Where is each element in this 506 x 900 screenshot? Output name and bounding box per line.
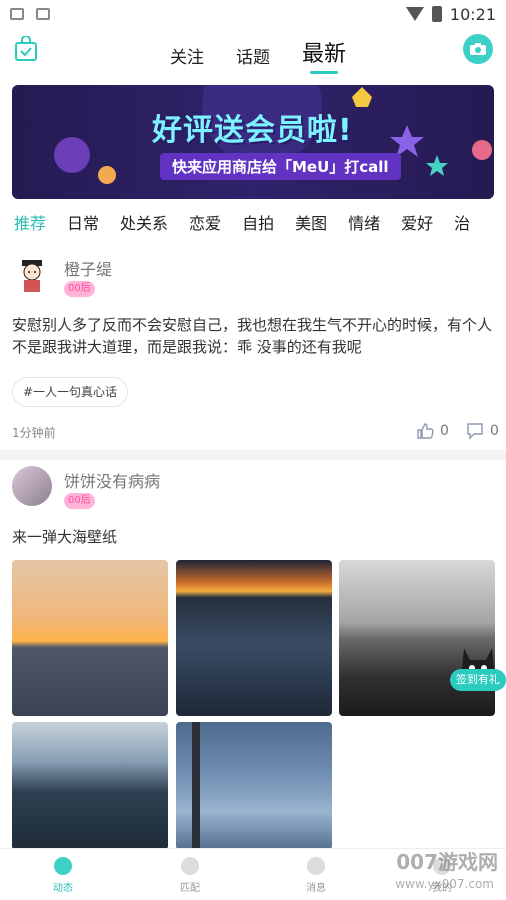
post-image[interactable] <box>12 560 168 716</box>
nav-messages[interactable]: 消息 <box>286 857 346 894</box>
tab-latest[interactable]: 最新 <box>302 36 346 74</box>
topic-tag[interactable]: #一人一句真心话 <box>12 377 129 407</box>
feed-tabs: 关注 话题 最新 <box>170 32 346 74</box>
tab-follow[interactable]: 关注 <box>170 43 204 68</box>
category-tabs: 推荐 日常 处关系 恋爱 自拍 美图 情绪 爱好 治 <box>14 210 506 240</box>
image-notification-icon <box>10 8 24 20</box>
nav-match[interactable]: 匹配 <box>160 857 220 894</box>
category-emotion[interactable]: 情绪 <box>348 210 380 240</box>
comment-button[interactable]: 0 <box>466 422 499 440</box>
post-card[interactable]: 橙子缇 00后 安慰别人多了反而不会安慰自己，我也想在我生气不开心的时候，有个人… <box>0 250 506 450</box>
like-button[interactable]: 0 <box>416 422 449 440</box>
category-relationships[interactable]: 处关系 <box>120 210 168 240</box>
shopping-bag-icon[interactable] <box>14 36 38 62</box>
comment-icon <box>467 423 483 440</box>
checkin-button[interactable]: 签到有礼 <box>450 669 506 691</box>
watermark-text: 007游戏网 <box>396 850 498 874</box>
promo-banner[interactable]: 好评送会员啦! 快来应用商店给「MeU」打call <box>12 85 494 199</box>
thumbs-up-icon <box>417 423 434 439</box>
category-recommended[interactable]: 推荐 <box>14 210 46 240</box>
notification-icons <box>10 8 50 20</box>
nav-feed[interactable]: 动态 <box>33 857 93 894</box>
nav-messages-label: 消息 <box>306 883 326 894</box>
category-love[interactable]: 恋爱 <box>189 210 221 240</box>
app-notification-icon <box>36 8 50 20</box>
message-icon <box>307 857 325 875</box>
heart-icon <box>181 857 199 875</box>
status-time: 10:21 <box>449 4 496 24</box>
cartoon-avatar-icon <box>22 260 42 292</box>
post-time: 1分钟前 <box>12 426 56 440</box>
age-badge: 00后 <box>64 493 95 509</box>
feed-icon <box>54 857 72 875</box>
username[interactable]: 橙子缇 <box>64 256 112 280</box>
nav-match-label: 匹配 <box>180 883 200 894</box>
username[interactable]: 饼饼没有病病 <box>64 468 160 492</box>
category-selfie[interactable]: 自拍 <box>242 210 274 240</box>
category-daily[interactable]: 日常 <box>67 210 99 240</box>
user-avatar[interactable] <box>12 256 52 296</box>
pole-shape <box>192 722 200 850</box>
age-badge: 00后 <box>64 281 95 297</box>
post-image[interactable] <box>12 722 168 850</box>
post-text: 安慰别人多了反而不会安慰自己，我也想在我生气不开心的时候，有个人不是跟我讲大道理… <box>12 316 493 356</box>
post-image[interactable] <box>176 722 332 850</box>
post-text: 来一弹大海壁纸 <box>12 528 118 546</box>
battery-icon <box>431 6 442 22</box>
watermark-url: www.yx007.com <box>395 877 494 891</box>
category-hobby[interactable]: 爱好 <box>401 210 433 240</box>
user-avatar[interactable] <box>12 466 52 506</box>
camera-button[interactable] <box>463 34 493 64</box>
post-image[interactable] <box>176 560 332 716</box>
nav-feed-label: 动态 <box>53 883 73 894</box>
tab-topics[interactable]: 话题 <box>236 43 270 68</box>
comment-count: 0 <box>490 423 499 439</box>
top-navigation: 关注 话题 最新 <box>0 28 506 74</box>
like-count: 0 <box>440 423 449 439</box>
banner-title: 好评送会员啦! <box>152 113 353 148</box>
category-more[interactable]: 治 <box>454 210 470 240</box>
wifi-icon <box>405 7 424 21</box>
status-bar: 10:21 <box>0 0 506 28</box>
banner-subtitle: 快来应用商店给「MeU」打call <box>160 153 401 180</box>
category-pictures[interactable]: 美图 <box>295 210 327 240</box>
post-card[interactable]: 饼饼没有病病 00后 来一弹大海壁纸 <box>0 462 506 850</box>
post-divider <box>0 450 506 460</box>
camera-icon <box>470 43 486 55</box>
